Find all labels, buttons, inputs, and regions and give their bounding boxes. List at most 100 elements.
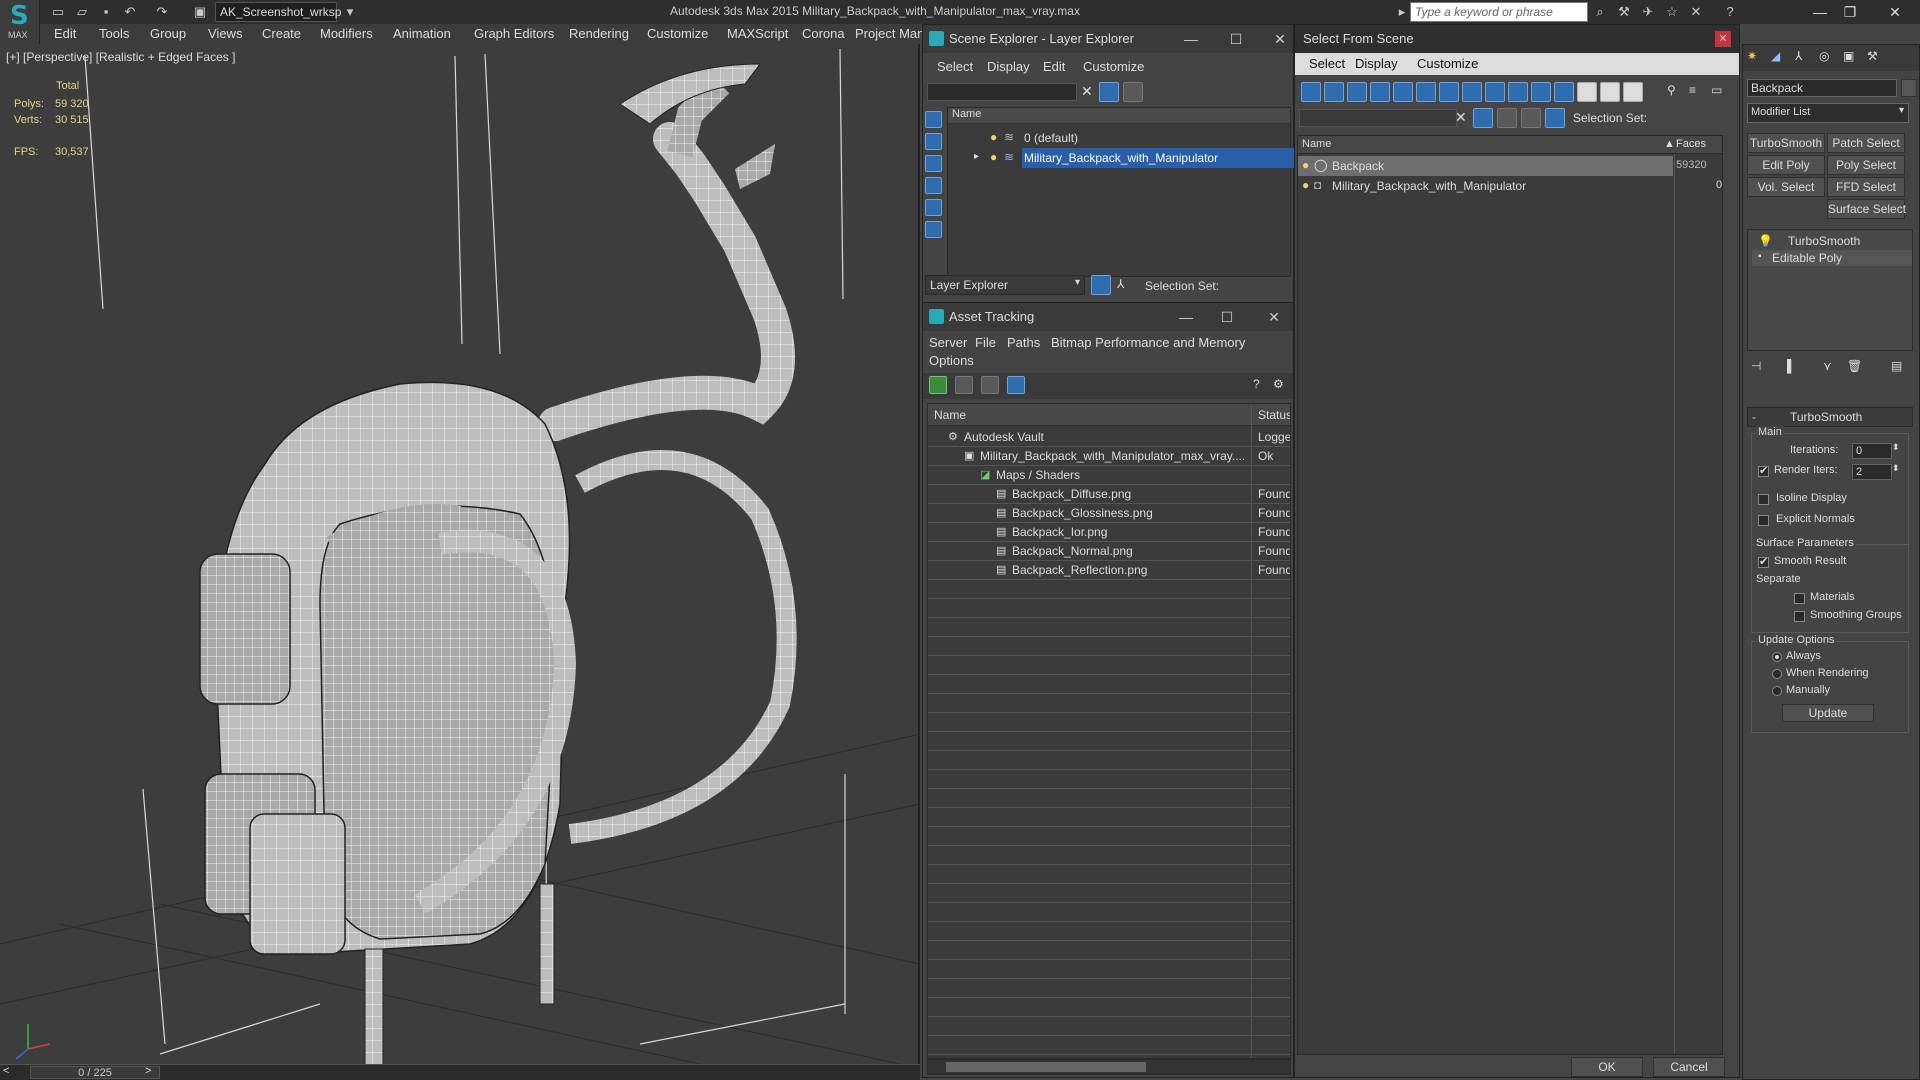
iterations-spinner[interactable]: 0 [1852,443,1892,459]
close-button[interactable]: ✕ [1261,307,1287,327]
time-slider[interactable]: 0 / 225 [30,1066,160,1079]
light-bulb-icon[interactable]: ● [1302,158,1309,172]
render-iters-checkbox[interactable] [1758,464,1769,477]
menu-paths[interactable]: Paths [1007,335,1040,350]
layer-options-icon[interactable] [1497,108,1517,128]
horizontal-scrollbar[interactable] [927,1059,1291,1075]
expand-arrow-icon[interactable]: ▸ [974,151,979,162]
display-xrefs-icon[interactable] [1462,82,1482,102]
prev-frame-icon[interactable]: < [3,1065,9,1077]
settings-icon[interactable]: ⚙ [1273,377,1284,391]
create-tab-icon[interactable]: ✷ [1747,49,1757,63]
help-icon[interactable]: ? [1253,377,1260,391]
minimize-button[interactable]: — [1173,307,1199,327]
display-geometry-icon[interactable] [1301,82,1321,102]
stack-item-editable-poly[interactable]: ▪ Editable Poly [1752,250,1912,266]
modify-tab-icon[interactable]: ◢ [1771,49,1780,63]
redo-icon[interactable]: ↷ [154,4,170,20]
explicit-normals-checkbox[interactable] [1758,515,1769,526]
maximize-button[interactable]: ☐ [1214,307,1240,327]
search-input[interactable]: Type a keyword or phrase [1410,2,1588,22]
hierarchy-icon[interactable] [1521,108,1541,128]
column-header-name[interactable]: Name [948,108,1290,124]
turbosmooth-button[interactable]: TurboSmooth [1747,133,1825,153]
display-cameras-icon[interactable] [1370,82,1390,102]
menu-rendering[interactable]: Rendering [569,26,629,41]
ffd-select-button[interactable]: FFD Select [1827,177,1905,197]
close-button[interactable]: ✕ [1880,2,1910,22]
menu-bitmap-performance[interactable]: Bitmap Performance and Memory [1051,335,1245,350]
menu-maxscript[interactable]: MAXScript [727,26,788,41]
scrollbar-thumb[interactable] [946,1062,1146,1072]
column-header-faces[interactable]: Faces [1676,138,1706,150]
display-shapes-icon[interactable] [925,133,942,150]
light-bulb-icon[interactable]: ● [990,130,997,144]
refresh-icon[interactable] [929,376,947,394]
materials-checkbox[interactable] [1794,593,1805,604]
display-shapes-icon[interactable] [1324,82,1344,102]
thumbnail-view-icon[interactable] [981,376,999,394]
column-header-status[interactable]: Status [1258,408,1290,422]
update-when-rendering-radio[interactable] [1772,669,1782,679]
subscription-icon[interactable]: ✈ [1640,4,1656,20]
x-exchange-icon[interactable]: ✕ [1688,4,1704,20]
display-spacewarps-icon[interactable] [1416,82,1436,102]
menu-customize[interactable]: Customize [1083,59,1144,74]
menu-group[interactable]: Group [150,26,186,41]
make-unique-icon[interactable]: ⋎ [1823,359,1832,373]
hierarchy-icon[interactable]: ⅄ [1117,277,1124,291]
menu-modifiers[interactable]: Modifiers [320,26,373,41]
edit-poly-button[interactable]: Edit Poly [1747,155,1825,175]
table-view-icon[interactable] [1007,376,1025,394]
hierarchy-tab-icon[interactable]: ⅄ [1795,49,1802,63]
favorites-star-icon[interactable]: ☆ [1664,4,1680,20]
save-file-icon[interactable]: ▪ [98,4,114,20]
menu-animation[interactable]: Animation [393,26,451,41]
filter-icon[interactable] [1473,108,1493,128]
menu-display[interactable]: Display [987,59,1030,74]
poly-select-button[interactable]: Poly Select [1827,155,1905,175]
patch-select-button[interactable]: Patch Select [1827,133,1905,153]
configure-sets-icon[interactable]: ▤ [1891,359,1902,373]
minimize-button[interactable]: — [1178,29,1204,49]
columns-icon[interactable]: ▭ [1711,83,1722,97]
asset-row[interactable]: ▤ Backpack_Glossiness.png Found [928,504,1290,524]
binoculars-icon[interactable]: ⌕ [1592,4,1608,20]
ok-button[interactable]: OK [1571,1057,1643,1077]
asset-tracking-titlebar[interactable]: Asset Tracking — ☐ ✕ [923,303,1293,331]
menu-server[interactable]: Server [929,335,967,350]
asset-row[interactable]: ▤ Backpack_Ior.png Found [928,523,1290,543]
display-containers-icon[interactable] [1508,82,1528,102]
update-manually-radio[interactable] [1772,686,1782,696]
chevron-down-icon[interactable]: ▾ [342,4,358,20]
filter-icon[interactable]: ⚲ [1667,83,1676,97]
pin-stack-icon[interactable]: ⊣ [1751,359,1761,373]
menu-options[interactable]: Options [929,353,974,368]
menu-edit[interactable]: Edit [54,26,76,41]
close-button[interactable]: ✕ [1267,29,1293,49]
sort-by-layer-icon[interactable] [1545,108,1565,128]
menu-tools[interactable]: Tools [99,26,129,41]
cancel-button[interactable]: Cancel [1653,1057,1725,1077]
chevron-down-icon[interactable]: ▾ [1899,105,1904,116]
motion-tab-icon[interactable]: ◎ [1819,49,1829,63]
restore-button[interactable]: ❐ [1835,2,1865,22]
menu-display[interactable]: Display [1355,56,1398,71]
display-hidden-icon[interactable] [1554,82,1574,102]
display-lights-icon[interactable] [1347,82,1367,102]
clear-search-icon[interactable]: ✕ [1455,109,1467,126]
stack-item-turbosmooth[interactable]: TurboSmooth [1788,234,1860,248]
display-lights-icon[interactable] [925,155,942,172]
layer-options-icon[interactable] [1123,82,1143,102]
sort-ascending-icon[interactable]: ▲ [1664,138,1675,150]
update-button[interactable]: Update [1782,704,1874,722]
scene-explorer-titlebar[interactable]: Scene Explorer - Layer Explorer — ☐ ✕ [923,25,1293,53]
menu-views[interactable]: Views [208,26,242,41]
smooth-result-checkbox[interactable] [1758,555,1769,568]
close-button[interactable]: ✕ [1715,31,1731,47]
maximize-button[interactable]: ☐ [1223,29,1249,49]
menu-select[interactable]: Select [1309,56,1345,71]
display-none-icon[interactable] [1600,82,1620,102]
object-name-field[interactable]: Backpack [1747,79,1897,97]
chevron-down-icon[interactable]: ▾ [1075,277,1080,288]
